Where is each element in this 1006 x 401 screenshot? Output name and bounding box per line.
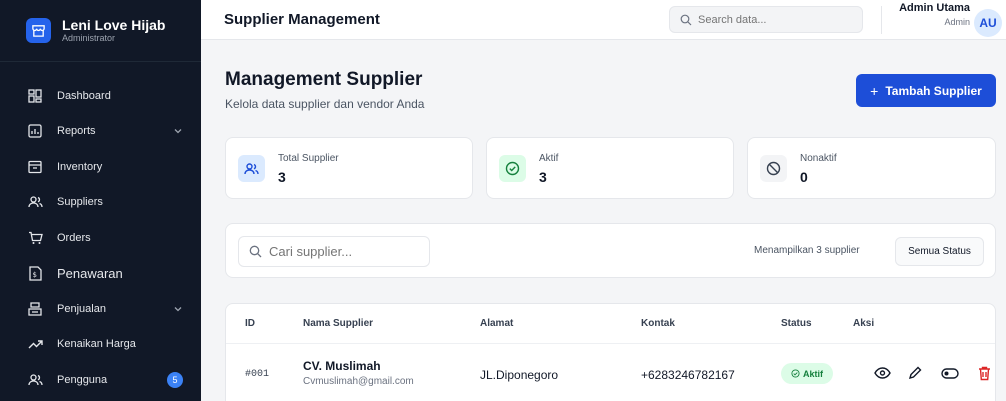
header-title: Supplier Management: [224, 11, 380, 28]
supplier-id: #001: [245, 369, 270, 380]
pencil-icon: [908, 366, 922, 380]
sidebar-item-penjualan[interactable]: Penjualan: [0, 291, 201, 327]
top-header: Supplier Management Admin Utama Admin AU: [201, 0, 1006, 40]
toggle-icon: [941, 367, 959, 379]
supplier-search-input[interactable]: [269, 244, 419, 259]
delete-button[interactable]: [974, 363, 994, 383]
supplier-name: CV. Muslimah: [303, 359, 381, 373]
sidebar-item-label: Kenaikan Harga: [57, 338, 136, 351]
brand-role: Administrator: [62, 33, 116, 43]
column-header: Status: [781, 318, 812, 329]
store-logo-icon: [26, 18, 51, 43]
stat-value: 3: [278, 169, 286, 185]
sidebar-nav: Dashboard Reports Inventory Suppliers Or…: [0, 62, 201, 398]
inventory-icon: [27, 159, 43, 175]
check-circle-icon: [499, 155, 526, 182]
supplier-table: ID Nama Supplier Alamat Kontak Status Ak…: [225, 303, 996, 401]
offer-icon: $: [27, 265, 43, 281]
sales-icon: [27, 301, 43, 317]
dashboard-icon: [27, 88, 43, 104]
sidebar-item-suppliers[interactable]: Suppliers: [0, 185, 201, 221]
user-role: Admin: [944, 17, 970, 27]
edit-button[interactable]: [905, 363, 925, 383]
sidebar-item-orders[interactable]: Orders: [0, 220, 201, 256]
suppliers-icon: [27, 194, 43, 210]
column-header: Kontak: [641, 318, 675, 329]
sidebar-item-reports[interactable]: Reports: [0, 114, 201, 150]
brand[interactable]: Leni Love Hijab Administrator: [0, 0, 201, 62]
stat-label: Nonaktif: [800, 153, 837, 164]
status-badge: Aktif: [781, 363, 833, 384]
ban-icon: [760, 155, 787, 182]
header-search[interactable]: [669, 6, 863, 33]
chevron-down-icon: [174, 306, 182, 312]
sidebar-item-label: Pengguna: [57, 373, 108, 386]
notification-badge: 5: [167, 371, 183, 388]
sidebar-item-inventory[interactable]: Inventory: [0, 149, 201, 185]
stat-card-active: Aktif 3: [486, 137, 734, 199]
sidebar-item-penawaran[interactable]: $ Penawaran: [0, 256, 201, 292]
users-icon: [238, 155, 265, 182]
check-circle-icon: [791, 369, 800, 378]
header-divider: [881, 6, 882, 34]
stat-value: 3: [539, 169, 547, 185]
sidebar-item-label: Penjualan: [57, 302, 106, 315]
supplier-search[interactable]: [238, 236, 430, 267]
supplier-contact: +6283246782167: [641, 368, 735, 382]
trash-icon: [978, 366, 990, 380]
sidebar: Leni Love Hijab Administrator Dashboard …: [0, 0, 201, 401]
status-label: Aktif: [803, 368, 823, 379]
sidebar-item-dashboard[interactable]: Dashboard: [0, 78, 201, 114]
table-header: ID Nama Supplier Alamat Kontak Status Ak…: [226, 304, 995, 344]
column-header: Alamat: [480, 318, 514, 329]
sidebar-item-pengguna[interactable]: Pengguna 5: [0, 362, 201, 398]
stat-label: Total Supplier: [278, 153, 339, 164]
filter-bar: Menampilkan 3 supplier Semua Status: [225, 223, 996, 278]
user-info[interactable]: Admin Utama Admin: [899, 2, 970, 29]
supplier-email: Cvmuslimah@gmail.com: [303, 376, 414, 387]
plus-icon: +: [870, 82, 879, 99]
stat-card-inactive: Nonaktif 0: [747, 137, 996, 199]
brand-name: Leni Love Hijab: [62, 17, 166, 33]
sidebar-item-label: Penawaran: [57, 265, 123, 281]
eye-icon: [873, 367, 891, 379]
page-title: Management Supplier: [225, 69, 423, 90]
sidebar-item-label: Inventory: [57, 160, 103, 173]
user-name: Admin Utama: [899, 2, 970, 14]
add-supplier-label: Tambah Supplier: [885, 83, 982, 98]
cart-icon: [27, 230, 43, 246]
sidebar-item-label: Orders: [57, 231, 91, 244]
column-header: ID: [245, 318, 255, 329]
toggle-status-button[interactable]: [940, 363, 960, 383]
status-filter-select[interactable]: Semua Status: [895, 237, 984, 266]
add-supplier-button[interactable]: + Tambah Supplier: [856, 74, 996, 107]
search-icon: [249, 245, 262, 258]
supplier-address: JL.Diponegoro: [480, 368, 559, 382]
reports-icon: [27, 123, 43, 139]
sidebar-item-label: Suppliers: [57, 196, 103, 209]
trend-up-icon: [27, 336, 43, 352]
result-count: Menampilkan 3 supplier: [754, 245, 860, 256]
stat-value: 0: [800, 169, 808, 185]
svg-text:$: $: [32, 271, 36, 279]
sidebar-item-kenaikan-harga[interactable]: Kenaikan Harga: [0, 327, 201, 363]
view-button[interactable]: [872, 363, 892, 383]
page-subtitle: Kelola data supplier dan vendor Anda: [225, 97, 425, 111]
sidebar-item-label: Reports: [57, 125, 96, 138]
users-icon: [27, 372, 43, 388]
sidebar-item-label: Dashboard: [57, 89, 111, 102]
stat-label: Aktif: [539, 153, 559, 164]
search-icon: [680, 14, 692, 25]
avatar[interactable]: AU: [974, 9, 1002, 37]
header-search-input[interactable]: [698, 13, 858, 26]
stat-card-total: Total Supplier 3: [225, 137, 473, 199]
chevron-down-icon: [174, 129, 182, 134]
column-header: Nama Supplier: [303, 318, 374, 329]
column-header: Aksi: [853, 318, 875, 329]
